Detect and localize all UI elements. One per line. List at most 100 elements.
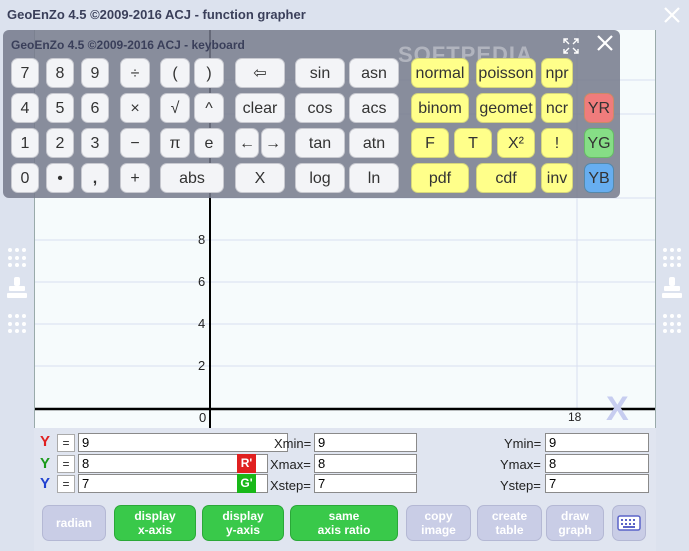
key-ncr[interactable]: ncr bbox=[541, 93, 573, 123]
key-normal[interactable]: normal bbox=[411, 58, 469, 88]
button-label: display bbox=[222, 509, 264, 523]
key-asn[interactable]: asn bbox=[349, 58, 399, 88]
button-label: image bbox=[421, 523, 456, 537]
ymin-input[interactable] bbox=[545, 433, 649, 452]
key-multiply[interactable]: × bbox=[120, 93, 150, 123]
button-label: same bbox=[328, 509, 360, 523]
key-yr[interactable]: YR bbox=[584, 93, 614, 123]
y-tick-label: 0 bbox=[199, 410, 207, 425]
ystep-input[interactable] bbox=[545, 474, 649, 493]
xmin-label: Xmin= bbox=[274, 436, 312, 451]
keyboard-toggle-button[interactable] bbox=[612, 505, 646, 541]
keyboard-close-button[interactable] bbox=[593, 32, 617, 58]
y-tick-label: 4 bbox=[198, 316, 206, 331]
key-2[interactable]: 2 bbox=[46, 128, 74, 158]
key-sin[interactable]: sin bbox=[295, 58, 345, 88]
window-close-button[interactable] bbox=[660, 3, 684, 27]
y-tick-label: 8 bbox=[198, 232, 206, 247]
key-pi[interactable]: π bbox=[160, 128, 190, 158]
key-inv[interactable]: inv bbox=[541, 163, 573, 193]
key-e[interactable]: e bbox=[194, 128, 224, 158]
expand-icon[interactable] bbox=[563, 38, 579, 54]
key-f[interactable]: F bbox=[411, 128, 449, 158]
key-comma[interactable]: , bbox=[81, 163, 109, 193]
key-1[interactable]: 1 bbox=[11, 128, 39, 158]
copy-image-button[interactable]: copy image bbox=[406, 505, 471, 541]
radian-button[interactable]: radian bbox=[42, 505, 106, 541]
equals-button[interactable]: = bbox=[57, 475, 75, 493]
key-sqrt[interactable]: √ bbox=[160, 93, 190, 123]
key-dot[interactable]: • bbox=[46, 163, 74, 193]
key-0[interactable]: 0 bbox=[11, 163, 39, 193]
key-3[interactable]: 3 bbox=[81, 128, 109, 158]
button-label: copy bbox=[424, 509, 453, 523]
key-cos[interactable]: cos bbox=[295, 93, 345, 123]
key-cdf[interactable]: cdf bbox=[476, 163, 536, 193]
key-clear[interactable]: clear bbox=[235, 93, 285, 123]
radian-label: radian bbox=[55, 516, 92, 530]
action-toolbar: radian display x-axis display y-axis sam… bbox=[34, 498, 656, 551]
xmax-input[interactable] bbox=[314, 454, 417, 473]
display-y-axis-button[interactable]: display y-axis bbox=[202, 505, 284, 541]
key-acs[interactable]: acs bbox=[349, 93, 399, 123]
key-tan[interactable]: tan bbox=[295, 128, 345, 158]
key-open-paren[interactable]: ( bbox=[160, 58, 190, 88]
y-label-green: Y bbox=[40, 455, 51, 472]
ymax-label: Ymax= bbox=[500, 457, 541, 472]
button-label: display bbox=[134, 509, 176, 523]
cursor-right-key[interactable]: → bbox=[261, 128, 285, 158]
xmin-input[interactable] bbox=[314, 433, 417, 452]
key-x[interactable]: X bbox=[235, 163, 285, 193]
drag-handle-icon[interactable] bbox=[8, 314, 28, 334]
key-9[interactable]: 9 bbox=[81, 58, 109, 88]
key-atn[interactable]: atn bbox=[349, 128, 399, 158]
key-poisson[interactable]: poisson bbox=[476, 58, 536, 88]
y-red-function-input[interactable] bbox=[78, 433, 288, 452]
key-5[interactable]: 5 bbox=[46, 93, 74, 123]
key-yb[interactable]: YB bbox=[584, 163, 614, 193]
red-badge-button[interactable]: R' bbox=[237, 454, 256, 473]
drag-handle-icon[interactable] bbox=[8, 248, 28, 268]
key-pdf[interactable]: pdf bbox=[411, 163, 469, 193]
key-plus[interactable]: + bbox=[120, 163, 150, 193]
xstep-input[interactable] bbox=[314, 474, 417, 493]
drag-handle-icon[interactable] bbox=[663, 314, 683, 334]
button-label: create bbox=[491, 509, 528, 523]
title-bar: GeoEnZo 4.5 ©2009-2016 ACJ - function gr… bbox=[0, 0, 689, 30]
same-axis-ratio-button[interactable]: same axis ratio bbox=[290, 505, 398, 541]
ymax-input[interactable] bbox=[545, 454, 649, 473]
key-divide[interactable]: ÷ bbox=[120, 58, 150, 88]
key-6[interactable]: 6 bbox=[81, 93, 109, 123]
key-yg[interactable]: YG bbox=[584, 128, 614, 158]
key-factorial[interactable]: ! bbox=[541, 128, 573, 158]
create-table-button[interactable]: create table bbox=[477, 505, 542, 541]
backspace-key[interactable]: ⇦ bbox=[235, 58, 285, 88]
key-8[interactable]: 8 bbox=[46, 58, 74, 88]
key-binom[interactable]: binom bbox=[411, 93, 469, 123]
stamp-icon[interactable] bbox=[6, 276, 28, 300]
key-t[interactable]: T bbox=[454, 128, 492, 158]
key-7[interactable]: 7 bbox=[11, 58, 39, 88]
stamp-icon[interactable] bbox=[661, 276, 683, 300]
button-label: x-axis bbox=[137, 523, 173, 537]
key-4[interactable]: 4 bbox=[11, 93, 39, 123]
key-abs[interactable]: abs bbox=[160, 163, 224, 193]
equals-button[interactable]: = bbox=[57, 434, 75, 452]
key-minus[interactable]: − bbox=[120, 128, 150, 158]
display-x-axis-button[interactable]: display x-axis bbox=[114, 505, 196, 541]
key-close-paren[interactable]: ) bbox=[194, 58, 224, 88]
key-npr[interactable]: npr bbox=[541, 58, 573, 88]
button-label: axis ratio bbox=[317, 523, 371, 537]
key-power[interactable]: ^ bbox=[194, 93, 224, 123]
key-log[interactable]: log bbox=[295, 163, 345, 193]
cursor-left-key[interactable]: ← bbox=[235, 128, 259, 158]
green-badge-button[interactable]: G' bbox=[237, 474, 256, 493]
draw-graph-button[interactable]: draw graph bbox=[546, 505, 604, 541]
ymin-label: Ymin= bbox=[504, 436, 542, 451]
key-geomet[interactable]: geomet bbox=[476, 93, 536, 123]
key-ln[interactable]: ln bbox=[349, 163, 399, 193]
key-x-squared[interactable]: X² bbox=[497, 128, 535, 158]
x-axis-label: X bbox=[606, 390, 629, 428]
equals-button[interactable]: = bbox=[57, 455, 75, 473]
drag-handle-icon[interactable] bbox=[663, 248, 683, 268]
